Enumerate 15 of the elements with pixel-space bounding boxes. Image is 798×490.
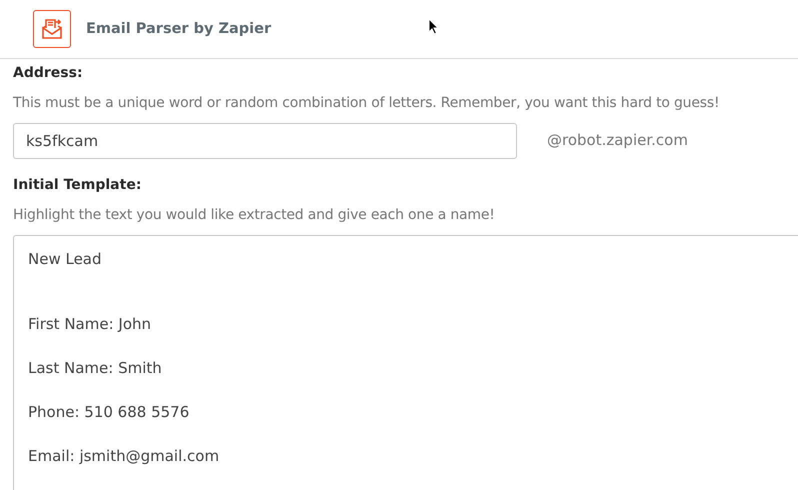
template-editor[interactable]: New Lead First Name: John Last Name: Smith Phone: 510 688 5576 Email: jsmith@gmail.com: [13, 235, 798, 490]
envelope-icon: [40, 17, 64, 41]
address-label: Address:: [13, 65, 84, 81]
template-line: Phone: 510 688 5576: [28, 402, 190, 422]
template-line: Last Name: Smith: [28, 358, 163, 378]
domain-suffix: @robot.zapier.com: [547, 130, 688, 148]
template-line: New Lead: [28, 249, 103, 269]
address-field[interactable]: ks5fkcam: [13, 123, 517, 159]
template-label: Initial Template:: [13, 177, 142, 193]
mouse-cursor-icon: [428, 18, 439, 35]
address-hint: This must be a unique word or random combination of letters. Remember, you want this hard to guess!: [13, 95, 720, 111]
app-title: Email Parser by Zapier: [86, 21, 272, 37]
template-line: First Name: John: [28, 314, 152, 334]
template-line: Email: jsmith@gmail.com: [28, 446, 220, 466]
template-hint: Highlight the text you would like extracted and give each one a name!: [13, 207, 496, 223]
